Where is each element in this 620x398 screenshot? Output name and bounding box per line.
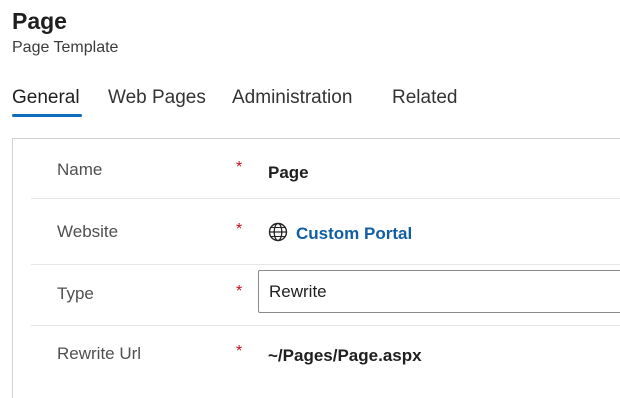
website-label: Website [57, 222, 119, 241]
tab-general[interactable]: General [12, 86, 80, 110]
page-subtitle: Page Template [12, 39, 119, 56]
website-link[interactable]: Custom Portal [296, 223, 412, 245]
field-row-name: Name * Page [31, 139, 620, 199]
page-title: Page [12, 8, 67, 34]
active-tab-indicator [12, 114, 82, 117]
rewrite-url-value[interactable]: ~/Pages/Page.aspx [268, 345, 422, 367]
globe-icon [268, 222, 288, 242]
required-marker: * [236, 283, 243, 300]
field-row-website: Website * Custom Portal [31, 205, 620, 265]
name-value[interactable]: Page [268, 162, 309, 184]
required-marker: * [236, 343, 243, 360]
field-row-rewrite-url: Rewrite Url * ~/Pages/Page.aspx [31, 327, 620, 387]
rewrite-url-label: Rewrite Url [57, 344, 142, 363]
required-marker: * [236, 159, 243, 176]
tab-related[interactable]: Related [392, 86, 458, 110]
field-row-type: Type * [31, 266, 620, 326]
type-field[interactable] [258, 270, 620, 313]
required-marker: * [236, 221, 243, 238]
name-label: Name [57, 160, 103, 179]
record-header: Page Page Template [12, 6, 118, 59]
tab-administration[interactable]: Administration [232, 86, 352, 110]
type-label: Type [57, 284, 94, 303]
tab-web-pages[interactable]: Web Pages [108, 86, 206, 110]
general-section: Name * Page Website * Custom Portal Type… [12, 138, 620, 398]
